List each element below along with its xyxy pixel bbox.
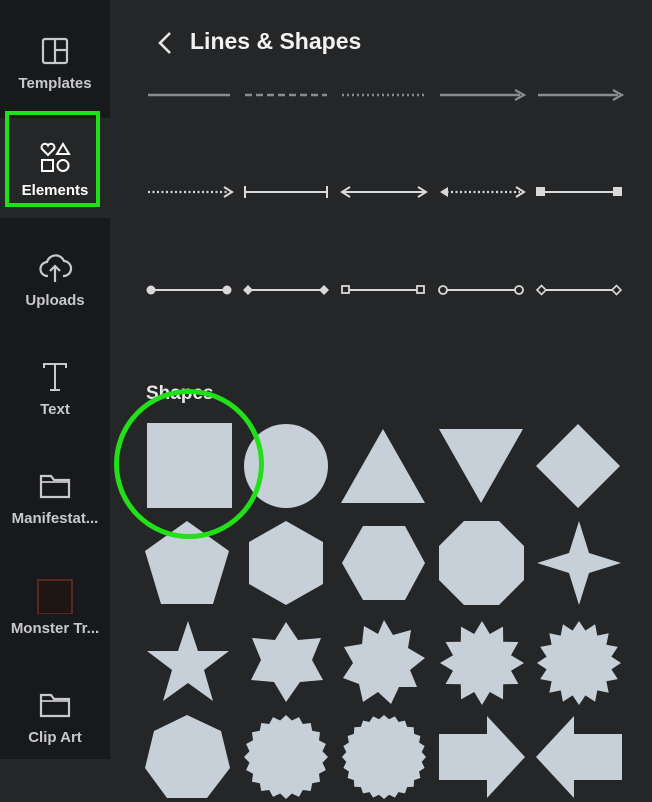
shape-heptagon[interactable] xyxy=(145,712,235,802)
line-double-arrow[interactable] xyxy=(340,177,432,207)
text-icon xyxy=(43,363,67,391)
line-dashed[interactable] xyxy=(243,80,335,110)
elements-highlight-box xyxy=(5,111,100,207)
shape-seal[interactable] xyxy=(243,712,333,802)
sidebar-item-clip-art[interactable]: Clip Art xyxy=(0,665,110,765)
line-circle-ends[interactable] xyxy=(146,275,238,305)
shape-six-point-star[interactable] xyxy=(243,618,333,708)
folder-icon xyxy=(39,474,71,499)
line-solid[interactable] xyxy=(146,80,238,110)
sidebar-item-label: Uploads xyxy=(25,292,85,309)
line-hollow-square-ends[interactable] xyxy=(340,275,432,305)
line-hollow-circle-ends[interactable] xyxy=(438,275,530,305)
shape-triangle[interactable] xyxy=(341,421,431,511)
sidebar-item-label: Manifestat... xyxy=(11,510,99,527)
sidebar-item-monster[interactable]: Monster Tr... xyxy=(0,556,110,656)
thumbnail-icon xyxy=(37,579,73,614)
sidebar-item-label: Clip Art xyxy=(28,729,82,746)
sidebar-item-templates[interactable]: Templates xyxy=(0,11,110,111)
shape-seal[interactable] xyxy=(341,712,431,802)
lines-shapes-panel: Lines & Shapes Shapes xyxy=(110,0,652,799)
line-hollow-diamond-ends[interactable] xyxy=(536,275,628,305)
square-highlight-circle xyxy=(114,389,264,539)
shape-sixteen-point-star[interactable] xyxy=(536,618,626,708)
sidebar-item-label: Text xyxy=(40,401,70,418)
page-title: Lines & Shapes xyxy=(190,28,362,54)
shape-eight-point-star[interactable] xyxy=(341,618,431,708)
line-arrow[interactable] xyxy=(438,80,530,110)
shape-five-point-star[interactable] xyxy=(145,618,235,708)
shape-octagon[interactable] xyxy=(439,518,529,608)
templates-icon xyxy=(41,37,69,65)
sidebar-item-label: Monster Tr... xyxy=(10,620,100,637)
sidebar-item-manifestation[interactable]: Manifestat... xyxy=(0,446,110,546)
chevron-left-icon[interactable] xyxy=(150,25,180,61)
line-bar-ends[interactable] xyxy=(243,177,335,207)
shape-inverted-triangle[interactable] xyxy=(439,421,529,511)
line-arrow[interactable] xyxy=(536,80,628,110)
shape-diamond[interactable] xyxy=(536,421,626,511)
shape-arrow-left[interactable] xyxy=(536,712,626,802)
sidebar-item-label: Templates xyxy=(18,75,92,92)
sidebar-item-uploads[interactable]: Uploads xyxy=(0,228,110,328)
line-square-ends[interactable] xyxy=(536,177,628,207)
folder-icon xyxy=(39,693,71,718)
uploads-icon xyxy=(39,254,73,282)
shape-hexagon[interactable] xyxy=(243,518,333,608)
line-dotted-arrow[interactable] xyxy=(146,177,238,207)
shape-twelve-point-star[interactable] xyxy=(439,618,529,708)
shape-hexagon-flat[interactable] xyxy=(341,518,431,608)
sidebar-item-text[interactable]: Text xyxy=(0,337,110,437)
line-dotted[interactable] xyxy=(340,80,432,110)
line-diamond-ends[interactable] xyxy=(243,275,335,305)
shape-four-point-star[interactable] xyxy=(536,518,626,608)
shape-arrow-right[interactable] xyxy=(439,712,529,802)
line-dotted-double-arrow[interactable] xyxy=(438,177,530,207)
